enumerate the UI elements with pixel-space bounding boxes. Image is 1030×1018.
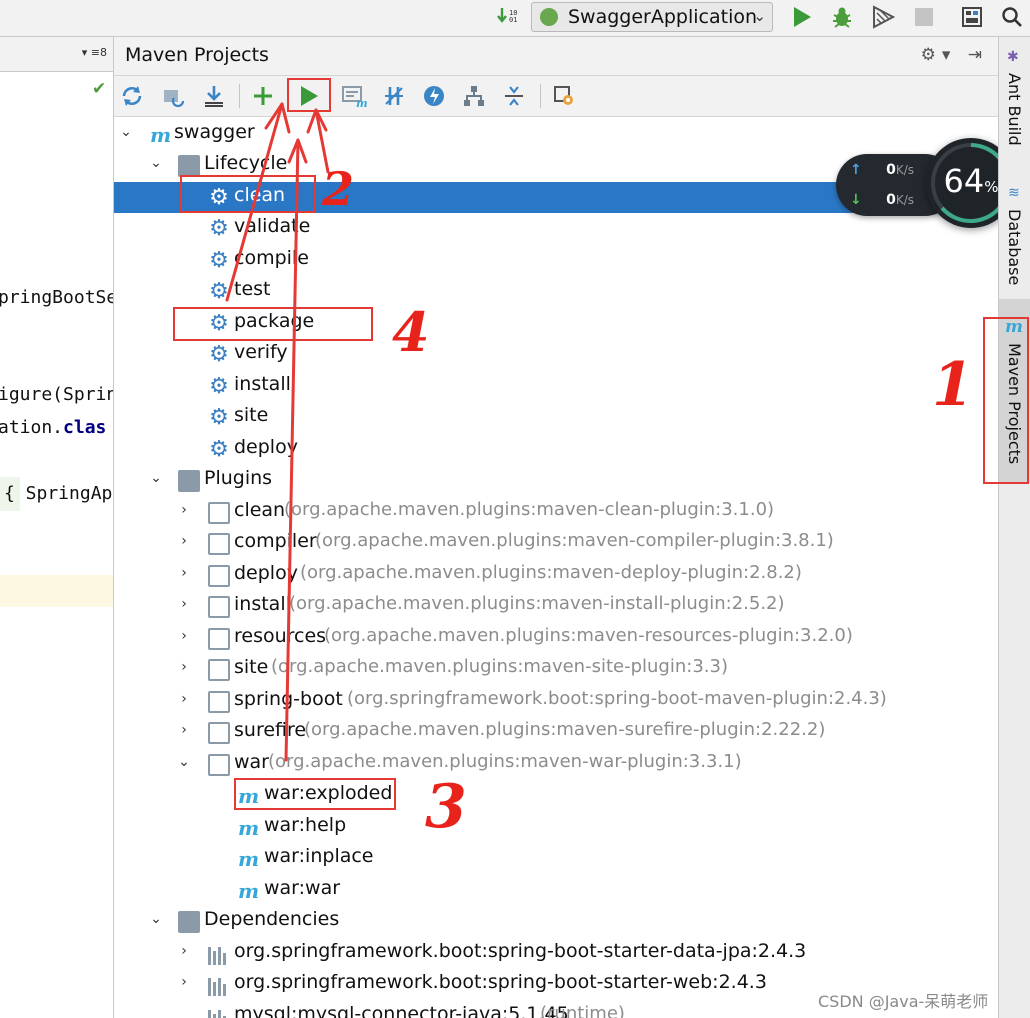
watermark: CSDN @Java-呆萌老师 [818,992,989,1011]
annotation-step-3: 3 [425,772,467,842]
annotation-arrows [225,102,330,762]
arrow-war-exploded-to-run [284,138,300,762]
annotation-step-2: 2 [322,162,355,216]
annotation-step-1: 1 [932,350,974,420]
arrow-package-to-add [225,102,284,302]
annotation-step-4: 4 [392,300,430,364]
